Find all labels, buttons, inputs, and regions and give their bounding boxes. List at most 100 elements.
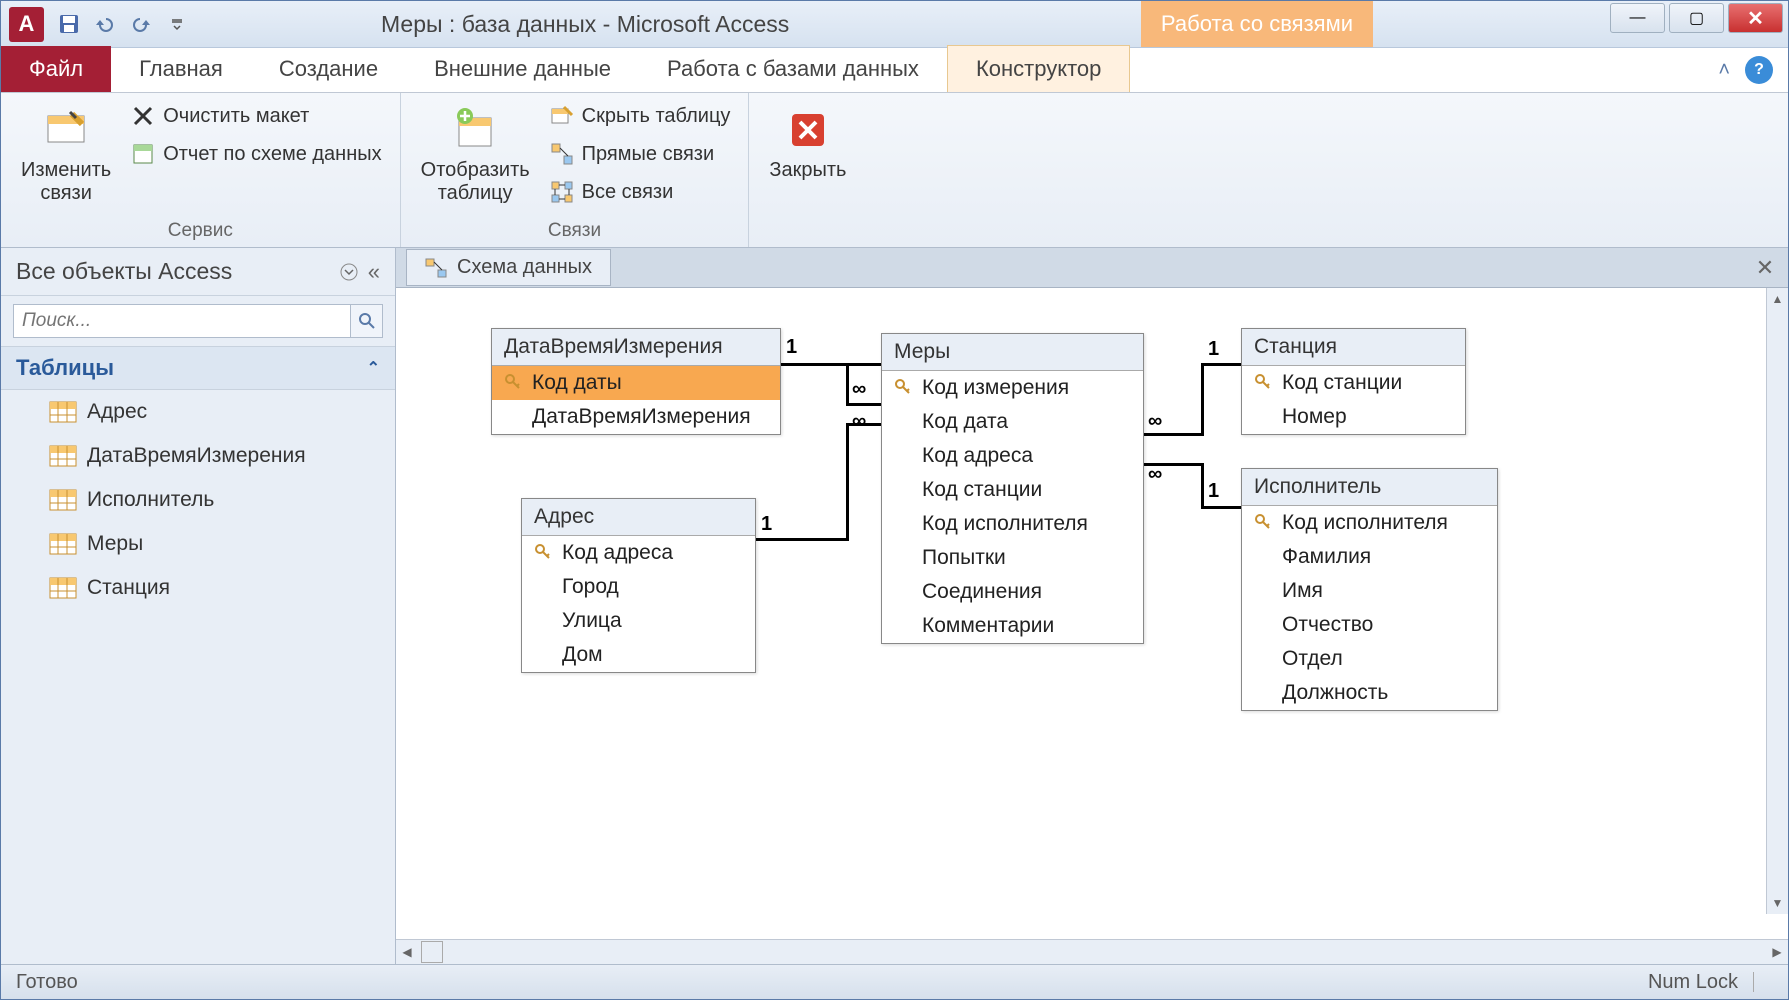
tab-design[interactable]: Конструктор — [947, 45, 1130, 92]
scroll-right-button[interactable]: ▶ — [1766, 941, 1788, 963]
app-icon: А — [9, 7, 44, 42]
entity-field[interactable]: Код измерения — [882, 371, 1143, 405]
close-button[interactable]: ✕ — [1728, 3, 1783, 33]
relationship-report-button[interactable]: Отчет по схеме данных — [128, 139, 384, 169]
main-area: Все объекты Access « Таблицы ⌃ АдресДата… — [1, 248, 1788, 964]
entity-title: Исполнитель — [1242, 469, 1497, 506]
dropdown-icon[interactable] — [340, 263, 358, 281]
scroll-left-button[interactable]: ◀ — [396, 941, 418, 963]
entity-field[interactable]: Должность — [1242, 676, 1497, 710]
entity-title: Станция — [1242, 329, 1465, 366]
scroll-up-button[interactable]: ▲ — [1767, 288, 1788, 310]
ribbon-group-close: Закрыть — [749, 93, 866, 247]
window-controls: — ▢ ✕ — [1610, 3, 1783, 33]
entity-measures[interactable]: Меры Код измерения Код дата Код адреса К… — [881, 333, 1144, 644]
ribbon-group-relationships: Отобразить таблицу Скрыть таблицу Прямые… — [401, 93, 750, 247]
entity-field[interactable]: Код станции — [882, 473, 1143, 507]
collapse-icon: ⌃ — [367, 358, 380, 378]
entity-datetime[interactable]: ДатаВремяИзмерения Код даты ДатаВремяИзм… — [491, 328, 781, 435]
document-tab[interactable]: Схема данных — [406, 249, 611, 286]
entity-field[interactable]: Номер — [1242, 400, 1465, 434]
maximize-button[interactable]: ▢ — [1669, 3, 1724, 33]
ribbon-body: Изменить связи Очистить макет Отчет по с… — [1, 93, 1788, 248]
entity-title: Меры — [882, 334, 1143, 371]
all-relationships-button[interactable]: Все связи — [547, 177, 734, 207]
entity-field[interactable]: Улица — [522, 604, 755, 638]
contextual-tab-group: Работа со связями — [1141, 1, 1373, 47]
entity-field[interactable]: Соединения — [882, 575, 1143, 609]
redo-button[interactable] — [127, 10, 155, 38]
vertical-scrollbar[interactable]: ▲ ▼ — [1766, 288, 1788, 914]
hide-table-button[interactable]: Скрыть таблицу — [547, 101, 734, 131]
entity-field[interactable]: Имя — [1242, 574, 1497, 608]
tab-create[interactable]: Создание — [251, 46, 406, 92]
entity-title: ДатаВремяИзмерения — [492, 329, 780, 366]
ribbon-collapse-button[interactable]: ˄ — [1718, 59, 1730, 82]
status-text: Готово — [16, 971, 78, 994]
entity-field[interactable]: Код даты — [492, 366, 780, 400]
status-bar: Готово Num Lock — [1, 964, 1788, 999]
entity-title: Адрес — [522, 499, 755, 536]
scroll-down-button[interactable]: ▼ — [1767, 892, 1788, 914]
ribbon-tab-strip: Файл Главная Создание Внешние данные Раб… — [1, 48, 1788, 93]
numlock-indicator: Num Lock — [1648, 971, 1738, 994]
entity-field[interactable]: Код станции — [1242, 366, 1465, 400]
relationships-icon — [425, 258, 447, 278]
entity-field[interactable]: Комментарии — [882, 609, 1143, 643]
close-relationships-button[interactable]: Закрыть — [764, 101, 851, 187]
nav-group-tables[interactable]: Таблицы ⌃ — [1, 346, 395, 390]
nav-table-item[interactable]: Меры — [1, 522, 395, 566]
search-input[interactable] — [13, 304, 351, 338]
content-area: Схема данных ✕ 1 ∞ 1 ∞ — [396, 248, 1788, 964]
nav-collapse-button[interactable]: « — [368, 259, 380, 285]
group-label-relationships: Связи — [416, 217, 734, 242]
horizontal-scrollbar[interactable]: ◀ ▶ — [396, 939, 1788, 964]
edit-relationships-button[interactable]: Изменить связи — [16, 101, 116, 210]
entity-field[interactable]: Город — [522, 570, 755, 604]
entity-field[interactable]: Код дата — [882, 405, 1143, 439]
entity-field[interactable]: Код исполнителя — [1242, 506, 1497, 540]
entity-field[interactable]: Дом — [522, 638, 755, 672]
minimize-button[interactable]: — — [1610, 3, 1665, 33]
relationship-canvas[interactable]: 1 ∞ 1 ∞ ∞ ∞ 1 1 ДатаВремяИзмерения — [396, 288, 1788, 939]
ribbon-group-tools: Изменить связи Очистить макет Отчет по с… — [1, 93, 401, 247]
nav-table-item[interactable]: Станция — [1, 566, 395, 610]
search-button[interactable] — [351, 304, 383, 338]
entity-field[interactable]: Код исполнителя — [882, 507, 1143, 541]
show-table-button[interactable]: Отобразить таблицу — [416, 101, 535, 210]
entity-address[interactable]: Адрес Код адреса Город Улица Дом — [521, 498, 756, 673]
entity-field[interactable]: Код адреса — [522, 536, 755, 570]
nav-header[interactable]: Все объекты Access « — [1, 248, 395, 296]
ribbon-help-area: ˄ ? — [1718, 56, 1773, 84]
tab-database-tools[interactable]: Работа с базами данных — [639, 46, 947, 92]
titlebar: А Меры : база данных - Microsoft Access … — [1, 1, 1788, 48]
entity-field[interactable]: Код адреса — [882, 439, 1143, 473]
nav-search — [1, 296, 395, 346]
entity-field[interactable]: Фамилия — [1242, 540, 1497, 574]
document-tab-bar: Схема данных ✕ — [396, 248, 1788, 288]
nav-table-item[interactable]: ДатаВремяИзмерения — [1, 434, 395, 478]
nav-table-item[interactable]: Адрес — [1, 390, 395, 434]
entity-executor[interactable]: Исполнитель Код исполнителя Фамилия Имя … — [1241, 468, 1498, 711]
quick-access-toolbar — [55, 10, 191, 38]
file-tab[interactable]: Файл — [1, 46, 111, 92]
help-button[interactable]: ? — [1745, 56, 1773, 84]
tab-external-data[interactable]: Внешние данные — [406, 46, 639, 92]
direct-relationships-button[interactable]: Прямые связи — [547, 139, 734, 169]
document-close-button[interactable]: ✕ — [1752, 255, 1778, 281]
group-label-close — [764, 239, 851, 242]
tab-home[interactable]: Главная — [111, 46, 251, 92]
undo-button[interactable] — [91, 10, 119, 38]
entity-field[interactable]: Отчество — [1242, 608, 1497, 642]
qat-customize-button[interactable] — [163, 10, 191, 38]
nav-table-item[interactable]: Исполнитель — [1, 478, 395, 522]
entity-field[interactable]: ДатаВремяИзмерения — [492, 400, 780, 434]
save-button[interactable] — [55, 10, 83, 38]
app-window: А Меры : база данных - Microsoft Access … — [0, 0, 1789, 1000]
scroll-box-icon — [421, 941, 443, 963]
clear-layout-button[interactable]: Очистить макет — [128, 101, 384, 131]
entity-station[interactable]: Станция Код станции Номер — [1241, 328, 1466, 435]
entity-field[interactable]: Попытки — [882, 541, 1143, 575]
window-title: Меры : база данных - Microsoft Access — [381, 11, 789, 38]
entity-field[interactable]: Отдел — [1242, 642, 1497, 676]
